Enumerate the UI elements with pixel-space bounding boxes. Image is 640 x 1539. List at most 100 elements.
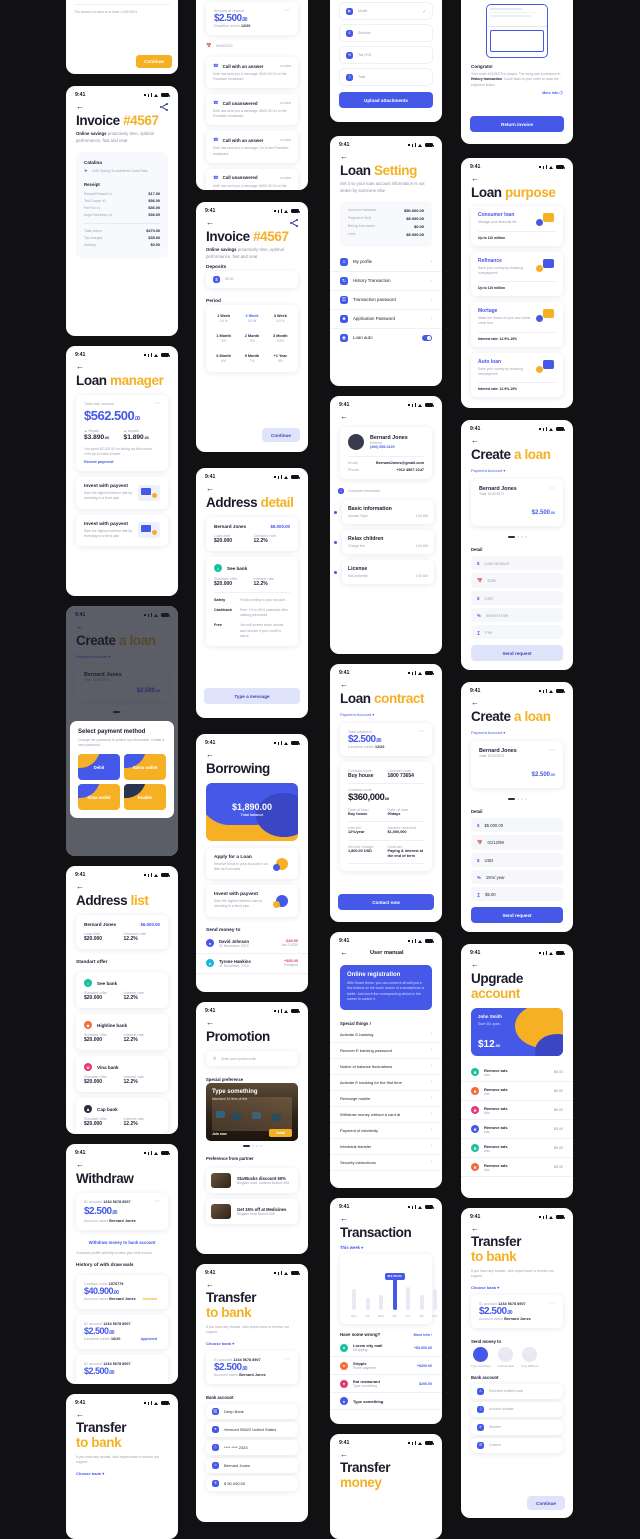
period-option[interactable]: +1 Year 9% <box>269 351 292 366</box>
screen-transfer-bank[interactable]: 9:41 ← Transfer to bank If you have any t… <box>196 1264 308 1522</box>
back-icon[interactable]: ← <box>340 949 348 957</box>
withdraw-link[interactable]: Withdraw money to bank account <box>66 1236 178 1249</box>
transaction-row[interactable]: ● Eat restaurant Type something $200.00 <box>330 1375 442 1394</box>
payment-method-sheet[interactable]: Select payment method Change the passwor… <box>70 720 174 818</box>
loan-field[interactable]: % 15%/ year <box>471 870 563 885</box>
loan-option-card[interactable]: Refinance Save your money by reducing ov… <box>471 252 563 297</box>
loan-field[interactable]: 📅 01/12/99 <box>471 835 563 851</box>
promo-card[interactable]: Invest with payvest Earn the highest int… <box>76 477 168 509</box>
contact-row[interactable]: ● David Johnson 31 December, 2019 -$40.0… <box>196 934 308 954</box>
promo-hero[interactable]: Type something Maximum 10 lines of text … <box>206 1083 298 1142</box>
screen-address-list[interactable]: 9:41 ← Address list Bernard Jones $6.000.… <box>66 866 178 1134</box>
promo-card[interactable]: Invest with payvest Earn the highest int… <box>76 514 168 546</box>
call-card[interactable]: ☎ Call unanswered 12:40PM Kritk has sent… <box>206 94 298 126</box>
back-icon[interactable]: ← <box>340 153 348 161</box>
step-row[interactable]: Basic information Answer Style 1:00 AM <box>330 497 442 527</box>
deposit-input[interactable]: $ $0.00 <box>206 270 298 288</box>
screen-profile[interactable]: 9:41 ← Bernard Jones Referral (406) 555-… <box>330 396 442 654</box>
settings-menu-item[interactable]: ■ Application Password › <box>330 310 442 329</box>
back-icon[interactable]: ← <box>340 413 348 421</box>
upload-fields[interactable]: ▶ Model ✓ £ Subtotal % Tax (4%) ▯ Total <box>330 0 442 86</box>
history-card[interactable]: ID account 1234 5678 8907 $2.500.00 <box>76 1355 168 1384</box>
ads-list[interactable]: ✖ Remove ads Ads $5.00 ✖ Remove ads Ads … <box>461 1063 573 1178</box>
back-icon[interactable]: ← <box>206 219 214 227</box>
partner-card[interactable]: StarBucks discount 50% Bloglam read: und… <box>206 1168 298 1194</box>
screen-invoice-receipt[interactable]: 9:41 ← Invoice #4567 Online savings proa… <box>66 86 178 336</box>
carousel-dots[interactable] <box>461 532 573 542</box>
loan-auto-toggle[interactable] <box>422 335 432 341</box>
ad-row[interactable]: ✖ Remove ads Ads $5.00 <box>461 1139 573 1159</box>
manual-item[interactable]: Activate E banking for the first time › <box>330 1075 442 1091</box>
period-option[interactable]: 6 Month 6% <box>212 351 235 366</box>
choose-bank-dropdown[interactable]: Choose bank ▾ <box>66 1469 178 1478</box>
loan-option-card[interactable]: Auto loan Save your money by reducing ov… <box>471 352 563 397</box>
screen-promotion[interactable]: 9:41 ← Promotion ⚲ Enter your promo code… <box>196 1002 308 1254</box>
hero-detail-button[interactable]: Detail <box>269 1129 292 1138</box>
screen-create-loan-filled[interactable]: 9:41 ← Create a loan Payment Account ▾ B… <box>461 682 573 932</box>
back-icon[interactable]: ← <box>206 1281 214 1289</box>
loan-options[interactable]: Consumer loan Manage your financial life… <box>461 206 573 397</box>
loan-field[interactable]: ∑ Fee <box>471 625 563 640</box>
carousel-dots[interactable] <box>196 1141 308 1151</box>
screen-address-detail[interactable]: 9:41 ← Address detail Bernard Jones $6.00… <box>196 468 308 718</box>
bank-list[interactable]: ⌂ See bank Standart offer $20.000 Interes… <box>66 972 178 1134</box>
screen-create-loan[interactable]: 9:41 ← Create a loan Payment Account ▾ B… <box>461 420 573 670</box>
ad-row[interactable]: ✖ Remove ads Ads $5.00 <box>461 1101 573 1121</box>
call-card[interactable]: ☎ Call with an answer 12:40PM Kritk has … <box>206 57 298 89</box>
back-icon[interactable]: ← <box>471 437 479 445</box>
continue-button[interactable]: Continue <box>527 1496 565 1510</box>
back-icon[interactable]: ← <box>76 883 84 891</box>
bank-field[interactable]: ☺ Bernard Jones <box>206 1457 298 1473</box>
period-option[interactable]: 1 Week 0.0 % <box>212 311 235 326</box>
settings-menu-item[interactable]: ↻ History Transaction › <box>330 272 442 291</box>
return-invoice-button[interactable]: Return invoice <box>470 116 564 132</box>
manual-item[interactable]: Recharge mobile › <box>330 1091 442 1107</box>
manual-items[interactable]: Activate E-banking › Recover E banking pa… <box>330 1027 442 1171</box>
continue-button[interactable]: Continue <box>262 428 300 442</box>
screen-borrowing[interactable]: 9:41 ← Borrowing $1,890.00 Total balance… <box>196 734 308 992</box>
period-option[interactable]: 3 Month 5.9% <box>269 331 292 346</box>
screen-transaction[interactable]: 9:41 ← Transaction This week ▾ Mon Tue W… <box>330 1198 442 1424</box>
screen-transfer-to-bank-right[interactable]: 9:41 ← Transfer to bank If you have any t… <box>461 1208 573 1518</box>
upload-button[interactable]: Upload attachments <box>339 92 433 108</box>
call-card[interactable]: ☎ Call unanswered 12:40PM Kritk has sent… <box>206 168 298 190</box>
period-option[interactable]: 1 Month 3% <box>212 331 235 346</box>
borrow-card[interactable]: Apply for a Loan Receive funds in your a… <box>206 848 298 880</box>
payment-method-option[interactable]: Enable <box>124 784 166 810</box>
payment-method-option[interactable]: Debit <box>78 754 120 780</box>
history-card[interactable]: ID account 1234 5678 8907 $2.500.00 Dead… <box>76 1315 168 1350</box>
transaction-row[interactable]: ● Type something <box>330 1393 442 1411</box>
back-icon[interactable]: ← <box>340 681 348 689</box>
screen-loan-purpose[interactable]: 9:41 ← Loan purpose Consumer loan Manage… <box>461 158 573 408</box>
partner-list[interactable]: StarBucks discount 50% Bloglam read: und… <box>196 1168 308 1225</box>
back-icon[interactable]: ← <box>76 363 84 371</box>
back-icon[interactable]: ← <box>206 751 214 759</box>
upload-field[interactable]: ▶ Model ✓ <box>339 2 433 20</box>
manual-item[interactable]: Interbank transfer › <box>330 1139 442 1155</box>
ad-row[interactable]: ✖ Remove ads Ads $5.00 <box>461 1158 573 1178</box>
send-request-button[interactable]: Send request <box>471 645 563 662</box>
back-icon[interactable]: ← <box>471 175 479 183</box>
bank-card[interactable]: ✿ Vina bank Standart offer $20.000 Intere… <box>76 1056 168 1093</box>
screen-upload-attachments[interactable]: ▶ Model ✓ £ Subtotal % Tax (4%) ▯ Total … <box>330 0 442 122</box>
screen-withdraw[interactable]: 9:41 ← Withdraw ID account 1234 5678 890… <box>66 1144 178 1384</box>
period-option[interactable]: 2 Month 3% <box>240 331 263 346</box>
share-icon[interactable] <box>160 103 168 112</box>
payment-account-dropdown[interactable]: Payment Account ▾ <box>330 706 442 717</box>
ad-row[interactable]: ✖ Remove ads Ads $5.00 <box>461 1082 573 1102</box>
period-grid[interactable]: 1 Week 0.0 % 2 Week 0.0 % 3 Week 0.0 % 1… <box>212 311 292 366</box>
loan-fields-filled[interactable]: $ $5.000.00 📅 01/12/99 $ USD % 15%/ year… <box>461 818 573 902</box>
profile-steps[interactable]: Basic information Answer Style 1:00 AM Re… <box>330 497 442 587</box>
step-row[interactable]: License Not authentic 1:00 AM <box>330 557 442 587</box>
screen-transfer-bank-bottom[interactable]: 9:41 ← Transfer to bank If you have any t… <box>66 1394 178 1539</box>
people-row[interactable]: Type something Johnna Lilian King Willia… <box>461 1345 573 1370</box>
bank-fields[interactable]: ⚠ Received notified code ▯ Account numbe… <box>461 1383 573 1453</box>
screen-terms-partial[interactable]: Term$500.00 Term end interest11 / 12 / 2… <box>66 0 178 74</box>
back-icon[interactable]: ← <box>76 103 84 111</box>
send-request-button[interactable]: Send request <box>471 907 563 924</box>
withdraw-history[interactable]: Contract code 1576779 $40.900.00 Account… <box>66 1275 178 1384</box>
choose-bank-dropdown[interactable]: Choose bank ▾ <box>196 1339 308 1348</box>
payment-account-dropdown[interactable]: Payment Account ▾ <box>461 724 573 735</box>
contact-list[interactable]: ● David Johnson 31 December, 2019 -$40.0… <box>196 934 308 974</box>
person-item[interactable]: Type something <box>471 1346 491 1368</box>
